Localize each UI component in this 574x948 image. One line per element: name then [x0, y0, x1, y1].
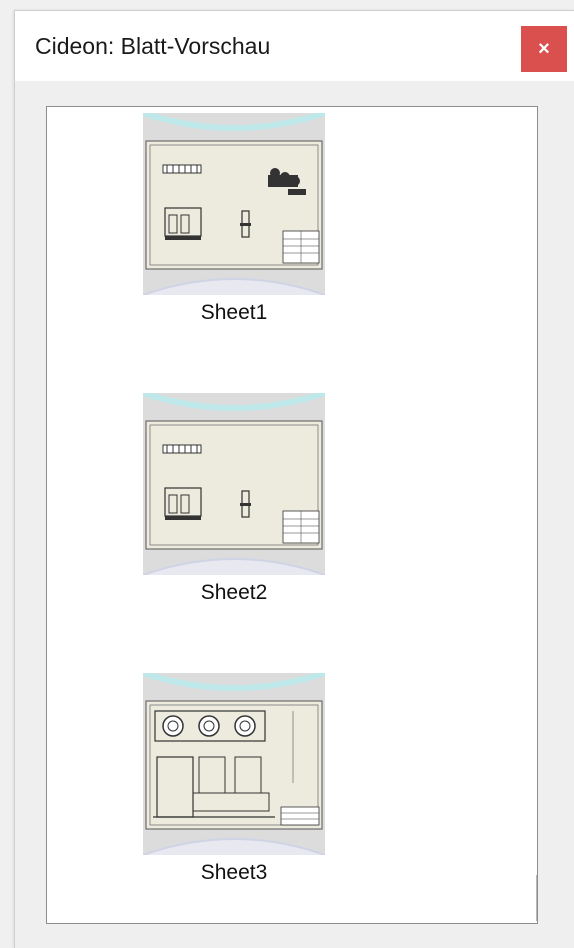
title-bar: Cideon: Blatt-Vorschau × — [15, 11, 574, 81]
sheet-item-2[interactable]: Sheet2 — [143, 393, 325, 605]
sheet-label-2: Sheet2 — [200, 581, 268, 604]
sheet-thumbnail-3[interactable] — [143, 673, 325, 855]
window-title: Cideon: Blatt-Vorschau — [35, 33, 271, 59]
scrollbar-edge — [536, 875, 537, 921]
sheet-label-3: Sheet3 — [200, 861, 268, 884]
sheet-item-1[interactable]: Sheet1 — [143, 113, 325, 325]
sheet-thumbnail-1[interactable] — [143, 113, 325, 295]
sheet-preview-list[interactable]: Sheet1 Sheet2 Sheet3 — [46, 106, 538, 924]
preview-window: Cideon: Blatt-Vorschau × Sheet1 Sheet2 S… — [14, 10, 574, 948]
sheet-thumbnail-2[interactable] — [143, 393, 325, 575]
sheet-item-3[interactable]: Sheet3 — [143, 673, 325, 885]
close-button[interactable]: × — [521, 26, 567, 72]
sheet-label-1: Sheet1 — [200, 301, 268, 324]
